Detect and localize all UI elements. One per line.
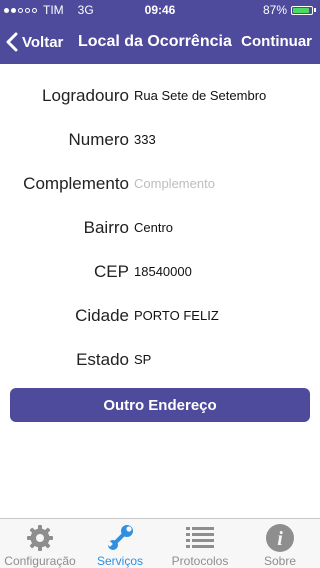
logradouro-field[interactable] bbox=[134, 88, 314, 103]
complemento-label: Complemento bbox=[23, 174, 129, 193]
estado-label: Estado bbox=[76, 350, 129, 369]
cep-label: CEP bbox=[94, 262, 129, 281]
chevron-left-icon bbox=[6, 32, 18, 52]
bairro-field[interactable] bbox=[134, 220, 314, 235]
tab-sobre-label: Sobre bbox=[263, 554, 297, 568]
page-title: Local da Ocorrência bbox=[78, 33, 232, 50]
wrench-icon bbox=[107, 525, 133, 550]
tab-protocolos-label: Protocolos bbox=[171, 554, 229, 568]
tab-protocolos[interactable]: Protocolos bbox=[160, 519, 240, 568]
tab-servicos-label: Serviços bbox=[96, 554, 143, 568]
tab-bar: Configuração Serviços Protocolos i Sobre bbox=[0, 518, 320, 568]
info-icon: i bbox=[266, 524, 294, 552]
back-button[interactable]: Voltar bbox=[6, 20, 63, 64]
svg-text:i: i bbox=[277, 528, 283, 550]
form-row-cep: CEP bbox=[0, 252, 320, 292]
complemento-field[interactable] bbox=[134, 176, 314, 191]
back-button-label: Voltar bbox=[22, 33, 64, 51]
battery-percent: 87% bbox=[262, 3, 287, 17]
other-address-button[interactable]: Outro Endereço bbox=[10, 388, 310, 422]
cidade-field[interactable] bbox=[134, 308, 314, 323]
tab-configuracao-label: Configuração bbox=[4, 554, 76, 568]
logradouro-label: Logradouro bbox=[42, 86, 129, 105]
form-row-complemento: Complemento bbox=[0, 164, 320, 204]
form-row-numero: Numero bbox=[0, 120, 320, 160]
form-row-logradouro: Logradouro bbox=[0, 76, 320, 116]
tab-sobre[interactable]: i Sobre bbox=[240, 519, 320, 568]
cidade-label: Cidade bbox=[75, 306, 129, 325]
estado-field[interactable] bbox=[134, 352, 314, 367]
battery-tip bbox=[314, 8, 316, 12]
numero-label: Numero bbox=[68, 130, 129, 149]
status-bar-right: 87% bbox=[263, 3, 316, 17]
battery-icon bbox=[291, 5, 313, 15]
battery-level-fill bbox=[293, 7, 309, 13]
list-icon bbox=[186, 527, 214, 548]
status-bar: TIM 3G 09:46 87% bbox=[0, 0, 320, 20]
continue-button[interactable]: Continuar bbox=[241, 20, 312, 64]
form-row-estado: Estado bbox=[0, 340, 320, 380]
tab-configuracao[interactable]: Configuração bbox=[0, 519, 80, 568]
gear-icon bbox=[27, 525, 53, 551]
cep-field[interactable] bbox=[134, 264, 314, 279]
navigation-bar: Voltar Local da Ocorrência Continuar bbox=[0, 20, 320, 64]
numero-field[interactable] bbox=[134, 132, 314, 147]
bairro-label: Bairro bbox=[83, 218, 129, 237]
form-row-bairro: Bairro bbox=[0, 208, 320, 248]
form-row-cidade: Cidade bbox=[0, 296, 320, 336]
tab-servicos[interactable]: Serviços bbox=[80, 519, 160, 568]
